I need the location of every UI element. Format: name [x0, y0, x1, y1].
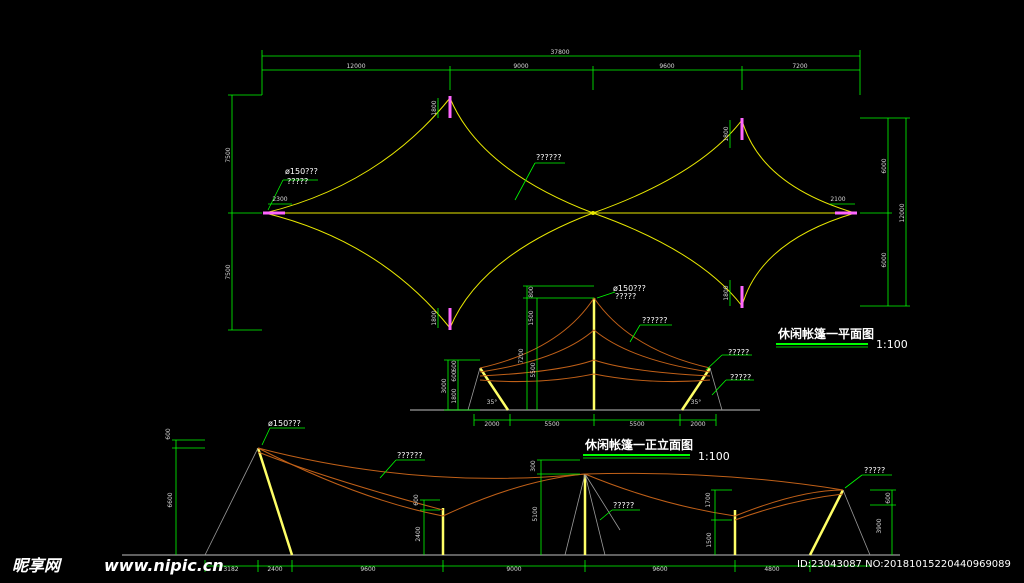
front-callout-mast: ø150??? — [268, 419, 301, 428]
side-dim-bottom-1: 2000 — [484, 421, 499, 428]
side-dim-bottom-4: 2000 — [690, 421, 705, 428]
plan-callout-membrane: ?????? — [536, 153, 561, 162]
plan-dim-left-1: 7500 — [225, 147, 232, 162]
plan-callout-mast: ø150??? — [285, 167, 318, 176]
plan-dim-top-3: 9600 — [659, 63, 674, 70]
front-dim-bottom-5: 9600 — [652, 566, 667, 573]
front-dim-center-1: 300 — [530, 460, 537, 472]
plan-callout-mast-2: ????? — [287, 177, 308, 186]
side-dim-left-1: 3000 — [441, 378, 448, 393]
front-scale: 1:100 — [698, 450, 730, 463]
plan-title: 休闲帐篷一平面图 — [777, 326, 874, 341]
front-dim-bottom-3: 9600 — [360, 566, 375, 573]
side-dim-bottom-3: 5500 — [629, 421, 644, 428]
watermark-id: ID:23043087 NO:20181015220440969089 — [797, 559, 1011, 570]
side-callout-membrane: ?????? — [642, 316, 667, 325]
side-dim-left-4: 600 — [451, 360, 458, 372]
front-dim-mast2-1: 600 — [413, 494, 420, 506]
front-dim-mast4-2: 1500 — [706, 532, 713, 547]
plan-mast-dim-2: 1800 — [431, 310, 438, 325]
plan-mast-dim-4: 1800 — [723, 285, 730, 300]
plan-membrane-edge — [264, 212, 594, 329]
front-dim-bottom-2: 2400 — [267, 566, 282, 573]
side-angle-right: 35° — [691, 399, 702, 406]
side-dim-mid-1: 800 — [528, 286, 535, 298]
side-angle-left: 35° — [487, 399, 498, 406]
plan-dim-top-2: 9000 — [513, 63, 528, 70]
front-callout-center: ????? — [613, 501, 634, 510]
front-mast-1 — [256, 447, 294, 556]
front-elevation: 3182 2400 9600 9000 9600 4800 600 6600 6… — [122, 419, 900, 573]
front-dim-right-2: 3900 — [876, 518, 883, 533]
side-elevation: 2000 5500 5500 2000 3000 1800 600 600 80… — [410, 284, 760, 428]
front-callout-membrane: ?????? — [397, 451, 422, 460]
plan-view: 37800 12000 9000 9600 7200 7500 7500 120… — [225, 49, 910, 351]
plan-scale: 1:100 — [876, 338, 908, 351]
tent-drawing: 37800 12000 9000 9600 7200 7500 7500 120… — [12, 49, 1011, 575]
front-dim-mast2-2: 2400 — [415, 526, 422, 541]
front-dim-right-1: 600 — [885, 492, 892, 504]
side-dim-mid-3: 7200 — [518, 348, 525, 363]
front-dim-left-2: 6600 — [167, 492, 174, 507]
front-title: 休闲帐篷一正立面图 — [584, 437, 693, 452]
plan-mast-dim-3: 1800 — [723, 126, 730, 141]
front-dim-bottom-6: 4800 — [764, 566, 779, 573]
side-dim-left-2: 1800 — [451, 388, 458, 403]
side-callout-mast-2: ????? — [615, 292, 636, 301]
plan-dim-right-total: 12000 — [899, 203, 906, 222]
front-mast-5 — [808, 489, 845, 556]
front-dim-bottom-1: 3182 — [223, 566, 238, 573]
plan-anchor-dim-right: 2100 — [830, 196, 845, 203]
side-dim-bottom-2: 5500 — [544, 421, 559, 428]
front-dim-mast4-1: 1700 — [705, 492, 712, 507]
side-dim-mid-2: 1500 — [528, 310, 535, 325]
front-callout-right: ????? — [864, 466, 885, 475]
front-cable — [257, 447, 844, 491]
side-callout-right-1: ????? — [728, 348, 749, 357]
plan-dim-right-1: 6000 — [881, 158, 888, 173]
watermark-logo: 昵享网 — [12, 556, 63, 575]
watermark-url: www.nipic.cn — [104, 556, 224, 575]
plan-dim-top-4: 7200 — [792, 63, 807, 70]
plan-dim-total: 37800 — [550, 49, 569, 56]
plan-dim-left-2: 7500 — [225, 264, 232, 279]
plan-anchor-dim-left: 2300 — [272, 196, 287, 203]
front-dim-center-2: 5100 — [532, 506, 539, 521]
side-callout-right-2: ????? — [730, 373, 751, 382]
front-dim-bottom-4: 9000 — [506, 566, 521, 573]
plan-dim-top-1: 12000 — [346, 63, 365, 70]
plan-dim-right-2: 6000 — [881, 252, 888, 267]
front-dim-left-1: 600 — [165, 428, 172, 440]
side-dim-mid-4: 5500 — [530, 362, 537, 377]
plan-mast-dim-1: 1800 — [431, 100, 438, 115]
